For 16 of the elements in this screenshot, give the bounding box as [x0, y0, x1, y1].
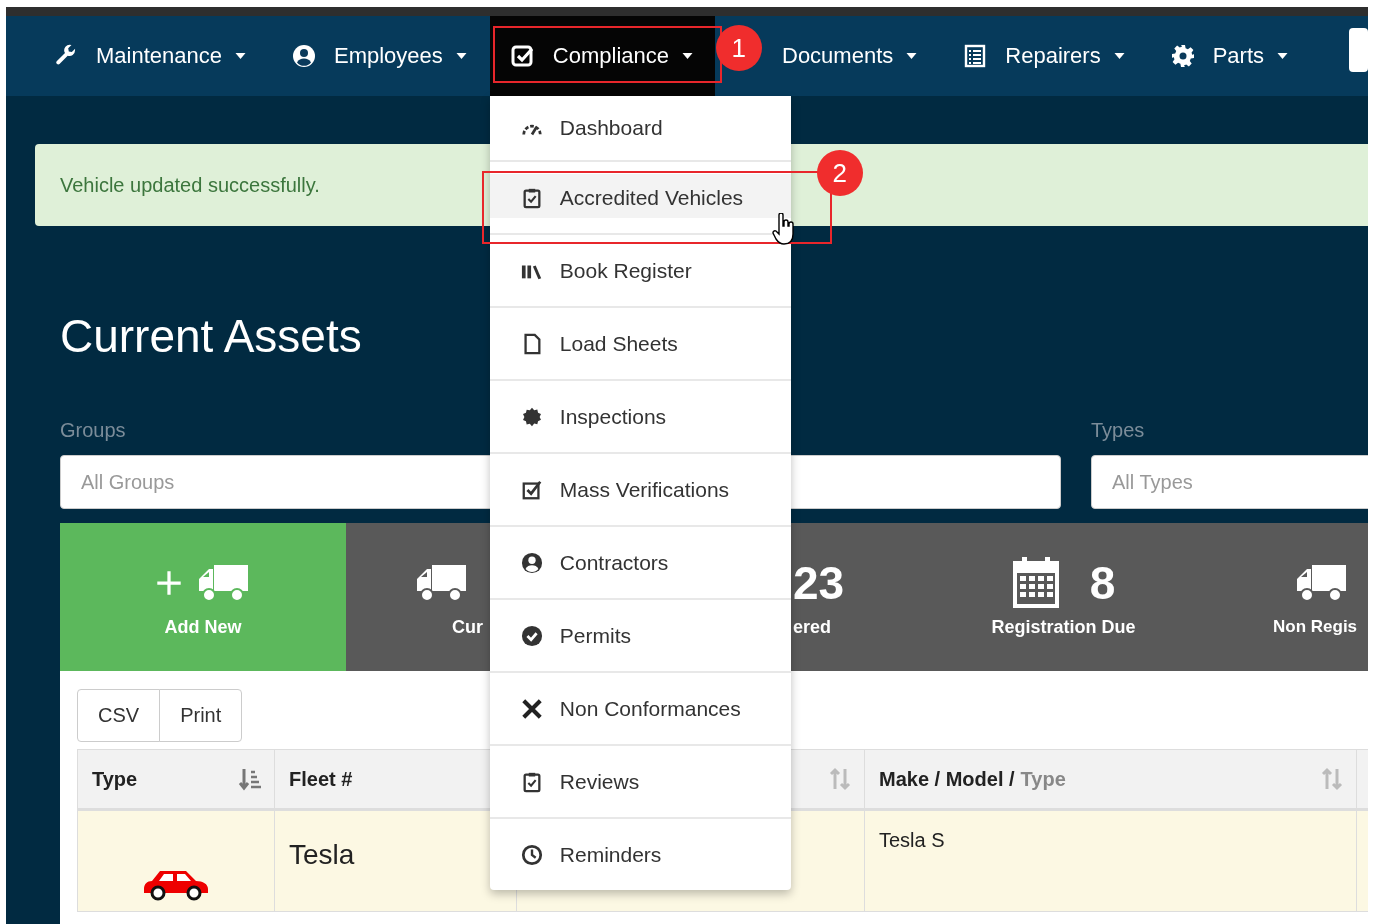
stat-label: Registration Due: [991, 616, 1136, 638]
alert-message: Vehicle updated successfully.: [60, 173, 320, 197]
stat-label: ered: [793, 616, 832, 638]
step-badge: 1: [715, 25, 762, 71]
stat-label: Add New: [164, 616, 242, 638]
column-title: Fleet #: [289, 767, 353, 791]
column-title: Make / Model / Type: [879, 767, 1066, 791]
stat-value: 8: [1089, 555, 1116, 610]
table-cell: Tesla S: [865, 811, 1357, 911]
column-title: Type: [92, 767, 138, 791]
stat-label: Non Regis: [1273, 617, 1358, 637]
filter-label: Types: [1091, 419, 1146, 443]
filter-label: Groups: [60, 419, 127, 443]
stat-label: Cur: [452, 616, 483, 638]
stat-value: 23: [793, 555, 845, 610]
page-title: Current Assets: [60, 309, 362, 364]
